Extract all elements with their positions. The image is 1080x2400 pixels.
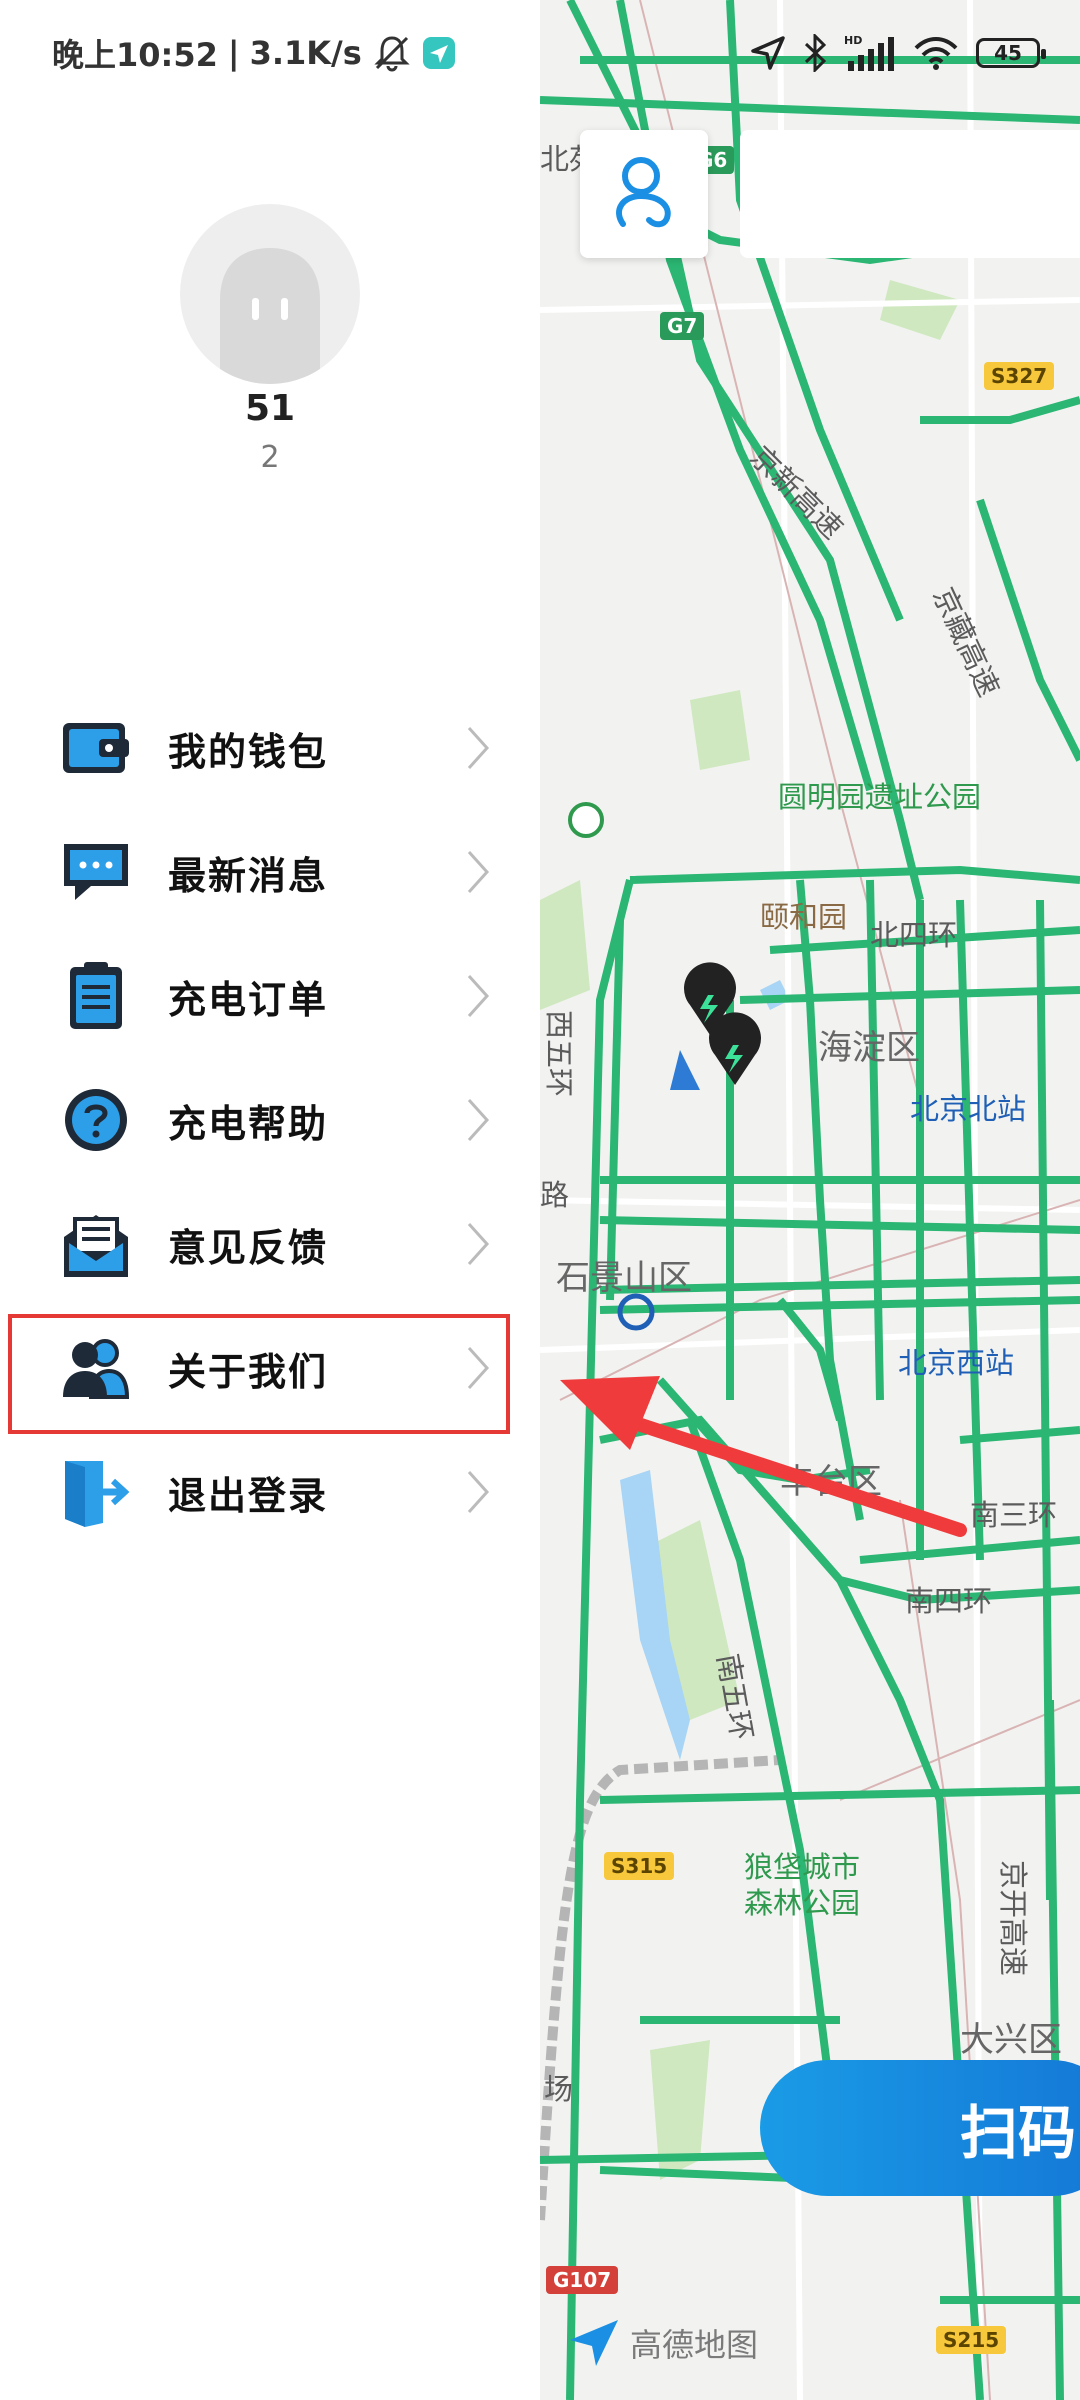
map-label-yuanmingyuan: 圆明园遗址公园 (778, 780, 982, 814)
road-badge-s315: S315 (604, 1852, 675, 1880)
svg-text:HD: HD (844, 34, 862, 47)
user-outline-icon (616, 157, 671, 228)
battery-level: 45 (994, 41, 1022, 65)
menu-item-feedback[interactable]: 意见反馈 (0, 1182, 540, 1306)
chevron-right-icon (467, 1098, 490, 1142)
status-separator: | (227, 34, 240, 72)
bluetooth-icon (804, 34, 826, 72)
default-avatar-icon (220, 248, 320, 384)
map-label-beisihuan: 北四环 (870, 918, 958, 952)
feedback-icon (58, 1206, 134, 1282)
amap-arrow-icon (570, 2320, 618, 2366)
map-label-fengtai: 丰台区 (780, 1462, 882, 1502)
map-label-langbao2: 森林公园 (744, 1886, 861, 1920)
menu-label-help: 充电帮助 (168, 1101, 329, 1146)
map-search-bar[interactable] (740, 130, 1080, 258)
amap-logo: 高德地图 (570, 2320, 758, 2366)
menu-item-messages[interactable]: 最新消息 (0, 810, 540, 934)
menu-label-messages: 最新消息 (168, 853, 329, 898)
menu-item-wallet[interactable]: 我的钱包 (0, 686, 540, 810)
menu-label-orders: 充电订单 (168, 977, 329, 1022)
location-icon (751, 36, 785, 70)
user-subtitle: 2 (260, 440, 280, 475)
chevron-right-icon (467, 850, 490, 894)
road-badge-g7: G7 (660, 312, 705, 340)
road-badge-s215: S215 (936, 2326, 1007, 2354)
map-label-nansanhuan: 南三环 (970, 1498, 1058, 1532)
menu-label-logout: 退出登录 (168, 1473, 329, 1518)
avatar[interactable] (180, 204, 360, 384)
menu-item-help[interactable]: 充电帮助 (0, 1058, 540, 1182)
menu-label-wallet: 我的钱包 (168, 729, 329, 774)
menu-item-orders[interactable]: 充电订单 (0, 934, 540, 1058)
user-name: 51 (244, 388, 296, 429)
map-label-xiwuhuan: 西五环 (542, 1010, 576, 1098)
road-badge-s327: S327 (984, 362, 1055, 390)
map-view[interactable]: 北苑 京新高速 京藏高速 圆明园遗址公园 颐和园 北四环 西五环 海淀区 北京北… (540, 0, 1080, 2400)
status-time: 晚上10:52 (52, 36, 218, 74)
wifi-icon (914, 37, 958, 70)
logout-icon (58, 1454, 134, 1530)
map-label-haidian: 海淀区 (818, 1028, 920, 1068)
map-label-lu: 路 (540, 1178, 570, 1212)
status-speed: 3.1K/s (249, 34, 362, 72)
chevron-right-icon (467, 974, 490, 1018)
status-bar-right: HD 45 (750, 28, 1046, 78)
chevron-right-icon (467, 1470, 490, 1514)
menu-item-logout[interactable]: 退出登录 (0, 1430, 540, 1554)
map-label-jingkai: 京开高速 (996, 1860, 1030, 1977)
mute-icon (374, 36, 410, 72)
menu-label-feedback: 意见反馈 (168, 1225, 329, 1270)
road-badge-g107: G107 (546, 2266, 619, 2294)
map-label-nansihuan: 南四环 (905, 1584, 993, 1618)
message-icon (58, 834, 134, 910)
side-drawer: 晚上10:52 | 3.1K/s 51 2 我的钱包 最新消息 充电订单 充电帮… (0, 0, 540, 2400)
wallet-icon (58, 710, 134, 786)
amap-logo-text: 高德地图 (630, 2326, 759, 2364)
map-user-button[interactable] (580, 130, 708, 258)
navigation-app-icon (422, 37, 455, 69)
battery-icon: 45 (976, 38, 1046, 68)
clipboard-icon (58, 958, 134, 1034)
highlight-box (8, 1314, 510, 1434)
map-label-yiheyuan: 颐和园 (760, 900, 848, 934)
chevron-right-icon (467, 726, 490, 770)
chevron-right-icon (467, 1222, 490, 1266)
scan-button[interactable]: 扫码 (760, 2060, 1080, 2196)
hd-signal-icon: HD (844, 34, 894, 71)
map-label-daxing: 大兴区 (960, 2020, 1062, 2060)
help-icon (58, 1082, 134, 1158)
map-label-beijingbei: 北京北站 (910, 1092, 1027, 1126)
status-bar-left: 晚上10:52 | 3.1K/s (52, 30, 456, 76)
map-label-shijingshan: 石景山区 (556, 1258, 692, 1298)
map-label-beijingxi: 北京西站 (898, 1346, 1015, 1380)
map-label-chang: 场 (544, 2072, 574, 2106)
